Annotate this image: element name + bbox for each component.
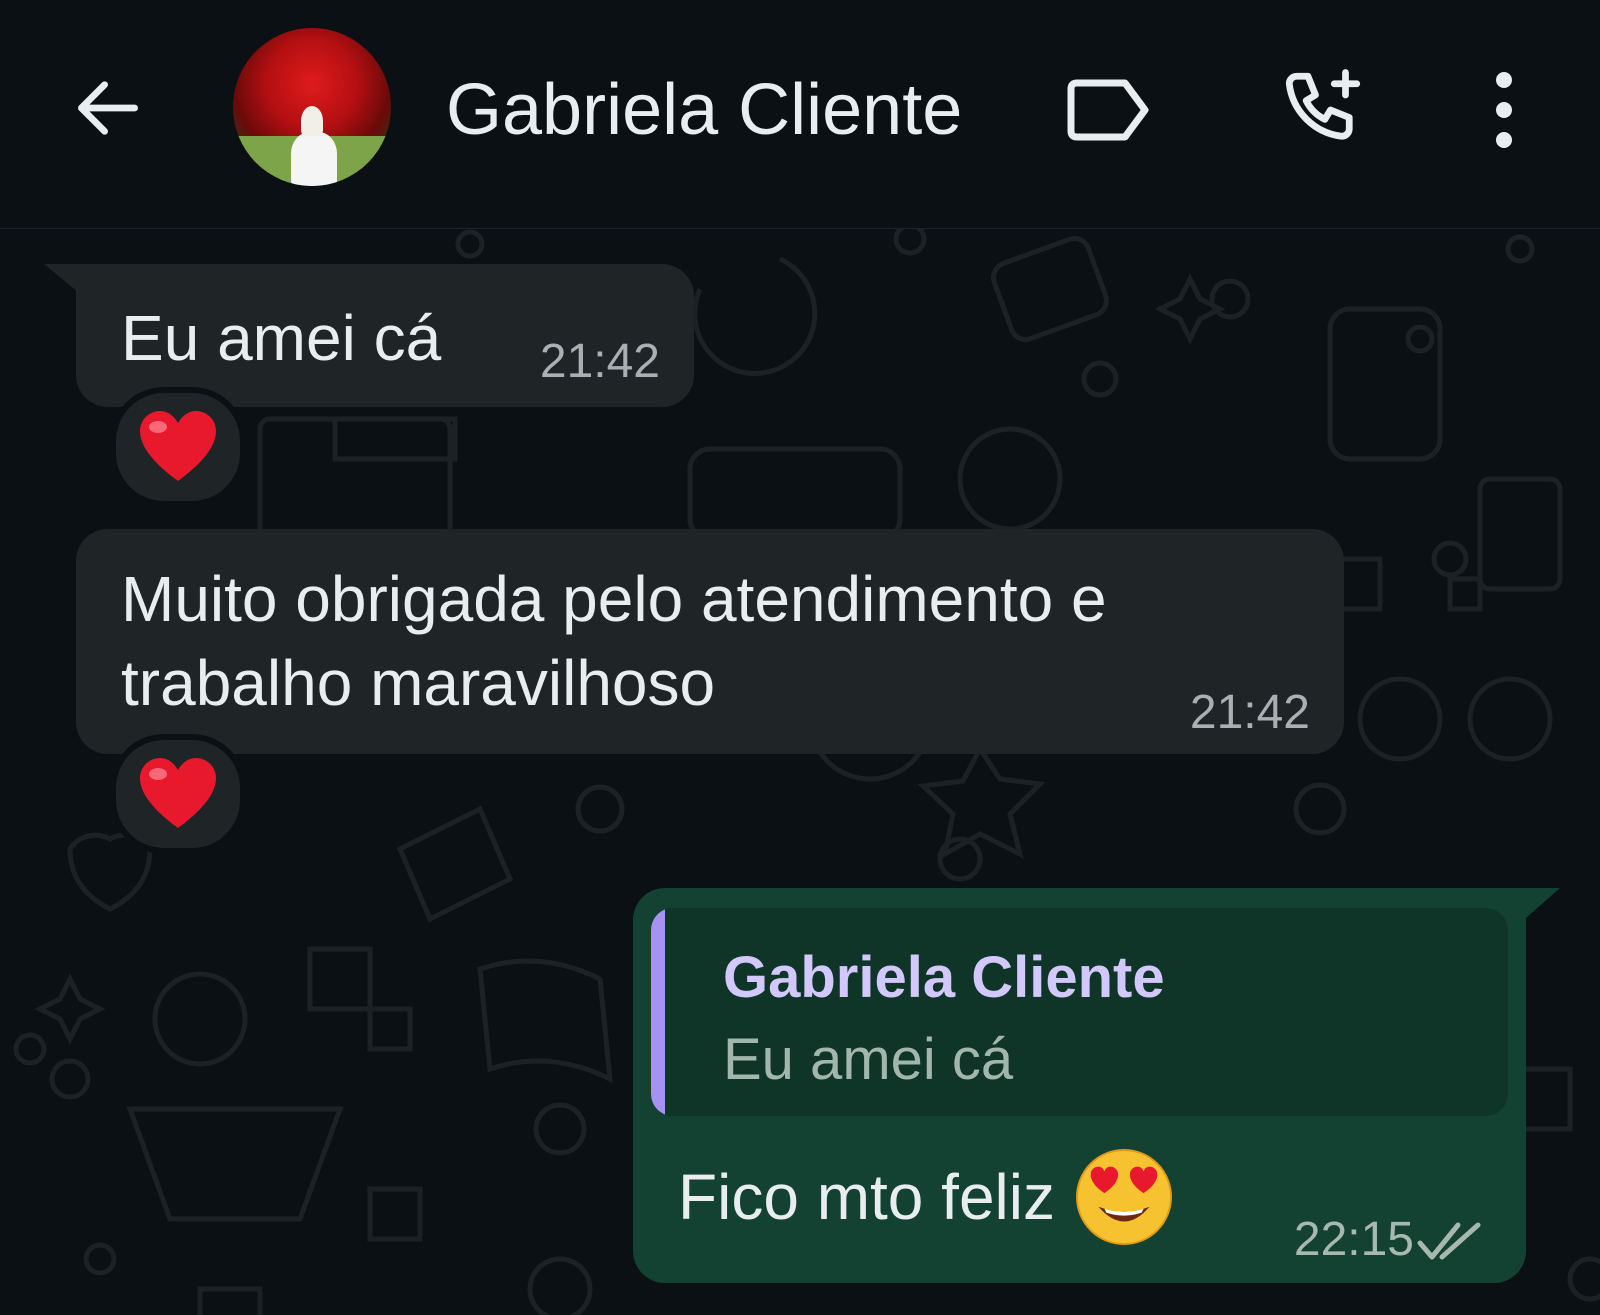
message-reaction[interactable] [110, 387, 246, 507]
add-call-button[interactable] [1268, 55, 1378, 165]
message-text: Muito obrigada pelo atendimento e trabal… [121, 563, 1107, 719]
add-call-icon [1285, 69, 1361, 140]
quoted-message[interactable]: Gabriela Cliente Eu amei cá [651, 908, 1508, 1116]
contact-name[interactable]: Gabriela Cliente [446, 70, 962, 150]
message-text: Fico mto feliz [678, 1161, 1055, 1233]
red-heart-icon [140, 758, 216, 828]
message-bubble-outgoing[interactable]: Gabriela Cliente Eu amei cá Fico mto fel… [633, 888, 1526, 1283]
message-bubble-incoming[interactable]: Muito obrigada pelo atendimento e trabal… [76, 529, 1344, 754]
more-vert-icon [1496, 72, 1512, 148]
outgoing-bubble-tail [1526, 888, 1560, 918]
quote-author: Gabriela Cliente [723, 945, 1165, 1010]
back-arrow-icon [78, 81, 139, 135]
more-options-button[interactable] [1464, 55, 1544, 165]
message-time: 21:42 [1189, 686, 1310, 739]
message-time: 21:42 [539, 335, 660, 388]
double-check-read-icon [1417, 1222, 1481, 1260]
contact-avatar[interactable] [233, 28, 391, 186]
message-time: 22:15 [1293, 1213, 1414, 1266]
chat-header: Gabriela Cliente [0, 0, 1600, 229]
message-text-row: Fico mto feliz [678, 1148, 1173, 1246]
chat-area[interactable]: Eu amei cá 21:42 Muito obrigada pelo ate… [0, 229, 1600, 1315]
quote-accent-bar [651, 908, 665, 1116]
incoming-bubble-tail [44, 264, 78, 292]
back-button[interactable] [58, 58, 158, 158]
label-button[interactable] [1055, 60, 1165, 160]
label-tag-icon [1067, 79, 1149, 141]
quote-text: Eu amei cá [723, 1027, 1014, 1092]
avatar-person-body [291, 132, 337, 186]
message-bubble-incoming[interactable]: Eu amei cá 21:42 [76, 264, 694, 407]
heart-eyes-emoji-icon [1075, 1148, 1172, 1246]
message-text: Eu amei cá [121, 302, 442, 374]
avatar-person-head [301, 106, 323, 136]
message-reaction[interactable] [110, 734, 246, 854]
red-heart-icon [140, 411, 216, 481]
